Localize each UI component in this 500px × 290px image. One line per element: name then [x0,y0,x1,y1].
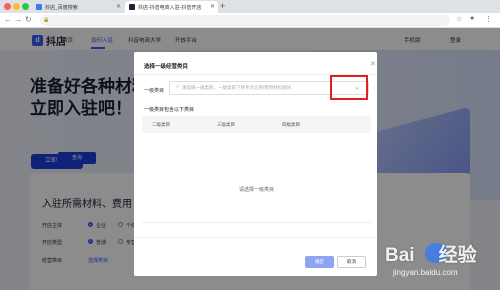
plus-icon[interactable]: + [220,1,225,11]
tab-label: 抖店-抖音电商入驻-抖音开店 [138,4,202,11]
close-window-icon[interactable] [4,3,11,10]
tab-close-icon[interactable]: ✕ [116,3,121,10]
tab-label: 抖店_百度搜索 [45,4,78,11]
minimize-window-icon[interactable] [13,3,20,10]
subcategory-table-body: 请选择一级类目 [142,133,371,223]
cancel-button[interactable]: 取消 [337,256,366,268]
column-header-level2: 二级类目 [152,122,170,127]
lock-icon: 🔒 [43,17,50,23]
forward-arrow-icon[interactable]: → [14,15,22,24]
column-header-level4: 四级类目 [282,122,300,127]
doudian-favicon-icon [129,4,135,10]
baidu-favicon-icon [36,4,42,10]
highlight-annotation-box [330,75,368,100]
watermark-url: jingyan.baidu.com [393,268,458,277]
select-placeholder: 请选择一级类目，一级类目下将专享应用/费用材料顺间 [182,85,292,90]
subcategory-table-header: 二级类目 三级类目 四级类目 [142,116,371,133]
empty-state-text: 请选择一级类目 [238,187,274,193]
modal-title: 选择一级经营类目 [144,64,189,70]
confirm-button[interactable]: 确定 [305,256,334,268]
divider [134,237,377,238]
column-header-level3: 三级类目 [217,122,235,127]
address-bar[interactable] [40,15,450,26]
close-icon[interactable]: ✕ [370,60,376,68]
star-icon[interactable]: ☆ [456,15,462,23]
watermark-brand: Bai 经验 [385,245,477,266]
primary-category-label: 一级类目 [144,88,165,94]
maximize-window-icon[interactable] [22,3,29,10]
browser-tab-doudian[interactable]: 抖店-抖音电商入驻-抖音开店 ✕ [125,1,218,13]
profile-icon[interactable]: ● [470,15,474,22]
reload-icon[interactable]: ↻ [25,15,32,24]
tab-close-icon[interactable]: ✕ [210,3,215,10]
subcategory-heading: 一级类目包含以下类目 [144,107,195,113]
menu-kebab-icon[interactable]: ⋮ [485,15,492,23]
browser-toolbar: ← → ↻ 🔒 ☆ ● ⋮ [0,13,500,28]
browser-tab-baidu[interactable]: 抖店_百度搜索 ✕ [32,1,124,13]
category-select-modal: 选择一级经营类目 ✕ 一级类目 ⌕ 请选择一级类目，一级类目下将专享应用/费用材… [134,52,377,276]
back-arrow-icon[interactable]: ← [4,15,12,24]
baidu-jingyan-watermark: Bai 经验 jingyan.baidu.com [385,240,500,290]
search-icon: ⌕ [176,84,180,90]
browser-tabstrip: 抖店_百度搜索 ✕ 抖店-抖音电商入驻-抖音开店 ✕ + [0,0,500,13]
